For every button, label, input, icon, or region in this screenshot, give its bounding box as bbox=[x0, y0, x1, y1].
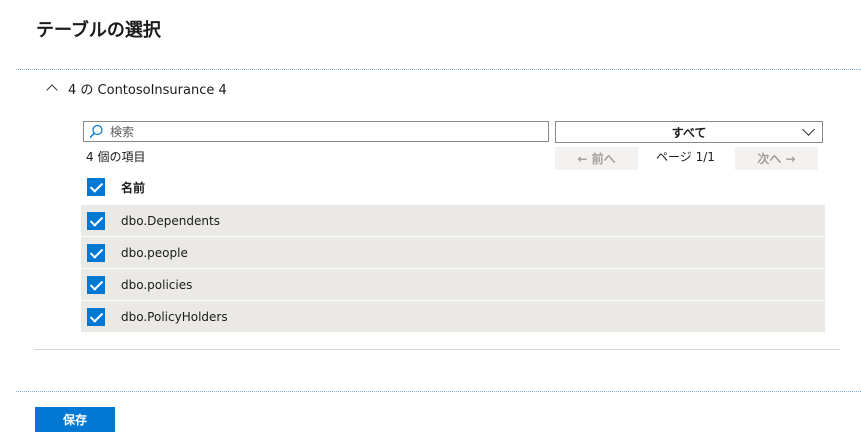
section-divider bbox=[34, 349, 840, 350]
search-input[interactable] bbox=[110, 124, 548, 139]
row-checkbox[interactable] bbox=[87, 243, 105, 262]
table-header: 名前 bbox=[87, 178, 145, 196]
section-title: 4 の ContosoInsurance 4 bbox=[68, 82, 227, 98]
select-all-checkbox[interactable] bbox=[87, 178, 105, 196]
chevron-up-icon[interactable] bbox=[44, 80, 60, 96]
table-row[interactable]: dbo.policies bbox=[81, 269, 825, 300]
next-page-button[interactable]: 次へ → bbox=[735, 147, 818, 170]
table-row[interactable]: dbo.people bbox=[81, 237, 825, 268]
row-checkbox[interactable] bbox=[87, 211, 105, 230]
table-row[interactable]: dbo.Dependents bbox=[81, 205, 825, 236]
column-header-name: 名前 bbox=[121, 180, 146, 195]
row-label: dbo.policies bbox=[121, 277, 193, 292]
row-checkbox[interactable] bbox=[87, 307, 105, 326]
previous-page-button[interactable]: ← 前へ bbox=[555, 147, 638, 170]
row-label: dbo.Dependents bbox=[121, 213, 220, 228]
search-icon bbox=[87, 123, 105, 141]
row-checkbox[interactable] bbox=[87, 275, 105, 294]
table-row[interactable]: dbo.PolicyHolders bbox=[81, 301, 825, 332]
table-list: dbo.Dependents dbo.people dbo.policies d… bbox=[81, 205, 825, 333]
save-button[interactable]: 保存 bbox=[35, 407, 115, 432]
row-label: dbo.people bbox=[121, 245, 188, 260]
filter-selected-value: すべて bbox=[671, 125, 707, 140]
search-box[interactable] bbox=[83, 121, 549, 142]
footer-divider bbox=[16, 391, 861, 392]
section-header[interactable]: 4 の ContosoInsurance 4 bbox=[44, 78, 227, 98]
top-divider bbox=[16, 69, 861, 70]
item-count: 4 個の項目 bbox=[86, 150, 146, 164]
filter-dropdown[interactable]: すべて bbox=[555, 121, 823, 143]
page-indicator: ページ 1/1 bbox=[656, 150, 715, 164]
row-label: dbo.PolicyHolders bbox=[121, 309, 228, 324]
page-title: テーブルの選択 bbox=[36, 20, 161, 41]
chevron-down-icon bbox=[802, 123, 815, 136]
